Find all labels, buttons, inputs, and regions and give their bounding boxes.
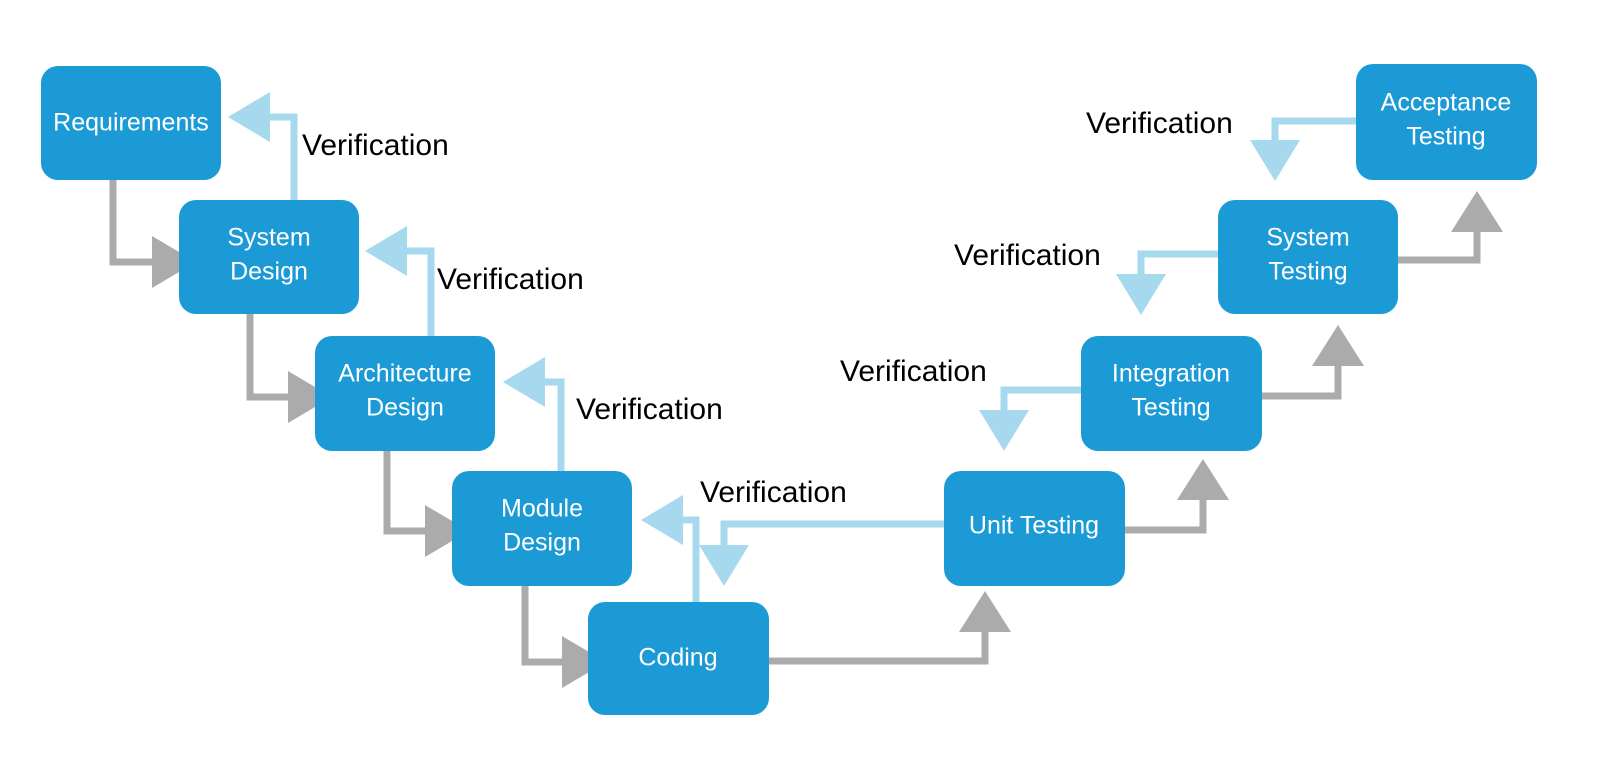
verify-unit-testing-to-coding bbox=[699, 520, 944, 586]
verify-line bbox=[407, 247, 435, 336]
arrowhead-down-icon bbox=[1116, 274, 1166, 315]
verify-system-design-to-requirements bbox=[228, 92, 298, 200]
verify-architecture-design-to-system-design bbox=[365, 226, 435, 336]
node-module-design-label-line2: Design bbox=[503, 529, 581, 557]
arrowhead-up-icon bbox=[1451, 191, 1503, 232]
node-acceptance-testing[interactable]: Acceptance Testing bbox=[1356, 64, 1537, 180]
verification-label-3: Verification bbox=[576, 393, 723, 426]
node-integration-testing-label-line2: Testing bbox=[1131, 394, 1210, 422]
arrowhead-up-icon bbox=[1312, 325, 1364, 366]
node-acceptance-testing-label-line2: Testing bbox=[1406, 123, 1485, 151]
flow-line bbox=[769, 632, 989, 665]
flow-integration-testing-to-system-testing bbox=[1262, 325, 1364, 400]
node-integration-testing-label-line1: Integration bbox=[1112, 360, 1230, 388]
node-integration-testing[interactable]: Integration Testing bbox=[1081, 336, 1262, 451]
verify-line bbox=[683, 516, 700, 602]
node-architecture-design[interactable]: Architecture Design bbox=[315, 336, 495, 451]
verification-label-1: Verification bbox=[302, 129, 449, 162]
verification-label-2: Verification bbox=[437, 263, 584, 296]
node-architecture-design-label-line1: Architecture bbox=[338, 360, 471, 388]
verify-line bbox=[720, 520, 944, 545]
verification-label-4: Verification bbox=[700, 476, 847, 509]
verify-system-testing-to-integration-testing bbox=[1116, 250, 1218, 315]
flow-line bbox=[1398, 232, 1481, 264]
node-unit-testing-label-line1: Unit Testing bbox=[969, 512, 1099, 540]
flow-line bbox=[1125, 500, 1207, 534]
arrowhead-up-icon bbox=[1177, 459, 1229, 500]
flow-unit-testing-to-integration-testing bbox=[1125, 459, 1229, 534]
node-acceptance-testing-label-line1: Acceptance bbox=[1381, 89, 1512, 117]
arrowhead-left-icon bbox=[228, 92, 270, 142]
flow-line bbox=[521, 586, 562, 666]
flow-line bbox=[1262, 366, 1342, 400]
node-coding-label-line1: Coding bbox=[638, 644, 717, 672]
node-requirements[interactable]: Requirements bbox=[41, 66, 221, 180]
node-system-design-label-line2: Design bbox=[230, 258, 308, 286]
arrowhead-up-icon bbox=[959, 591, 1011, 632]
verify-line bbox=[1271, 117, 1356, 140]
verify-module-design-to-architecture-design bbox=[503, 357, 565, 471]
flow-system-testing-to-acceptance-testing bbox=[1398, 191, 1503, 264]
verify-coding-to-module-design bbox=[641, 495, 700, 602]
arrowhead-left-icon bbox=[503, 357, 545, 407]
node-system-testing-label-line2: Testing bbox=[1268, 258, 1347, 286]
arrowhead-down-icon bbox=[699, 545, 749, 586]
verification-label-5: Verification bbox=[840, 355, 987, 388]
flow-line bbox=[383, 451, 425, 535]
flow-coding-to-unit-testing bbox=[769, 591, 1011, 665]
flow-line bbox=[109, 180, 152, 266]
node-coding[interactable]: Coding bbox=[588, 602, 769, 715]
verification-label-7: Verification bbox=[1086, 107, 1233, 140]
vmodel-diagram: Requirements System Design Architecture … bbox=[0, 0, 1601, 778]
flow-line bbox=[246, 314, 288, 401]
vmodel-canvas: Requirements System Design Architecture … bbox=[41, 64, 1537, 715]
arrowhead-left-icon bbox=[641, 495, 683, 545]
verify-line bbox=[545, 378, 565, 471]
verification-label-6: Verification bbox=[954, 239, 1101, 272]
node-system-testing-label-line1: System bbox=[1266, 224, 1349, 252]
node-module-design[interactable]: Module Design bbox=[452, 471, 632, 586]
node-system-testing[interactable]: System Testing bbox=[1218, 200, 1398, 314]
node-unit-testing[interactable]: Unit Testing bbox=[944, 471, 1125, 586]
node-system-design-label-line1: System bbox=[227, 224, 310, 252]
node-architecture-design-label-line2: Design bbox=[366, 394, 444, 422]
arrowhead-down-icon bbox=[1250, 140, 1300, 181]
arrowhead-down-icon bbox=[979, 410, 1029, 451]
verify-acceptance-testing-to-system-testing bbox=[1250, 117, 1356, 181]
verify-integration-testing-to-unit-testing bbox=[979, 386, 1081, 451]
verify-line bbox=[270, 113, 298, 200]
node-module-design-label-line1: Module bbox=[501, 495, 583, 523]
node-requirements-label-line1: Requirements bbox=[53, 109, 209, 137]
node-system-design[interactable]: System Design bbox=[179, 200, 359, 314]
verify-line bbox=[1000, 386, 1081, 410]
verify-line bbox=[1137, 250, 1218, 274]
arrowhead-left-icon bbox=[365, 226, 407, 276]
